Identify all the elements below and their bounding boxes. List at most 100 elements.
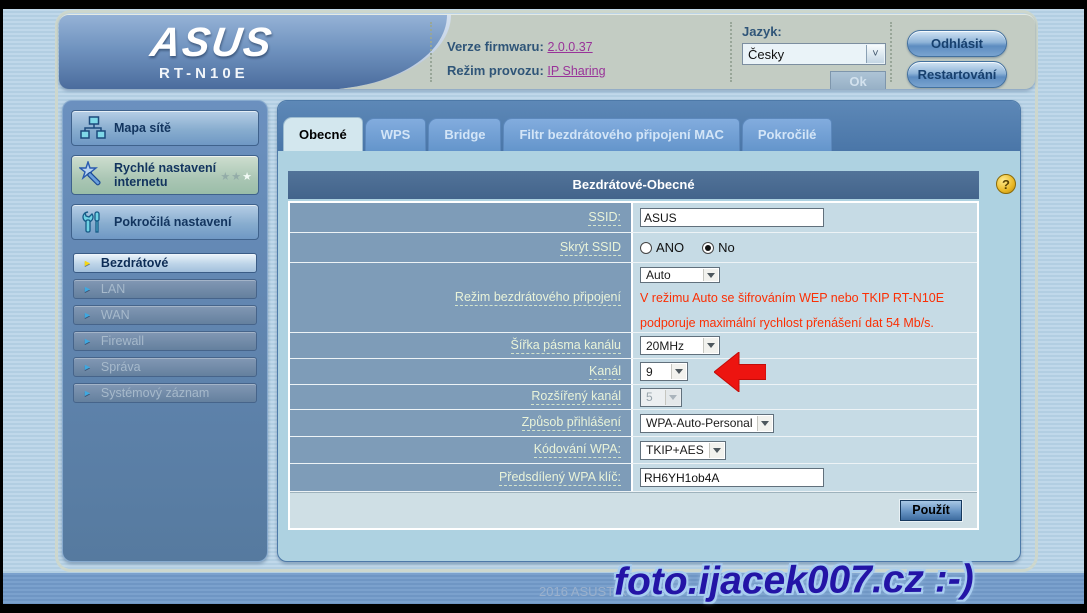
header-divider <box>430 22 432 82</box>
form-row-auth-method: Způsob přihlášení WPA-Auto-Personal <box>290 410 977 437</box>
sidebar-item-lan[interactable]: ► LAN <box>73 279 257 299</box>
channel-bandwidth-select[interactable]: 20MHz <box>640 336 720 355</box>
language-section: Jazyk: Česky ˅ Ok <box>742 24 886 89</box>
wpa-encryption-select[interactable]: TKIP+AES <box>640 440 726 460</box>
auth-method-select[interactable]: WPA-Auto-Personal <box>640 413 774 433</box>
asus-logo-area: ASUS RT-N10E <box>59 15 451 89</box>
apply-button[interactable]: Použít <box>900 500 962 521</box>
help-icon[interactable]: ? <box>996 174 1016 194</box>
ssid-label: SSID: <box>588 209 621 226</box>
language-select[interactable]: Česky ˅ <box>742 43 886 65</box>
network-map-icon <box>72 116 114 140</box>
extension-channel-select: 5 <box>640 387 682 407</box>
page-background: ASUS RT-N10E Verze firmwaru: 2.0.0.37 Re… <box>3 9 1084 604</box>
photo-watermark: foto.ijacek007.cz :-) <box>613 557 974 604</box>
form-row-wireless-mode: Režim bezdrátového připojení Auto V reži… <box>290 263 977 333</box>
chevron-down-icon <box>709 442 724 458</box>
header-divider <box>890 22 892 82</box>
magic-wand-icon <box>72 161 114 189</box>
operation-mode-link[interactable]: IP Sharing <box>547 64 605 78</box>
select-value: Auto <box>646 268 671 282</box>
arrow-right-icon: ► <box>83 388 92 398</box>
sidebar-item-network-map[interactable]: Mapa sítě <box>71 110 259 146</box>
channel-select[interactable]: 9 <box>640 362 688 381</box>
channel-bandwidth-label: Šířka pásma kanálu <box>510 337 621 354</box>
language-ok-button[interactable]: Ok <box>830 71 886 89</box>
tab-mac-filter[interactable]: Filtr bezdrátového připojení MAC <box>503 118 740 151</box>
form-row-wpa-encryption: Kódování WPA: TKIP+AES <box>290 437 977 464</box>
tab-advanced[interactable]: Pokročilé <box>741 118 833 151</box>
asus-logo: ASUS <box>147 19 277 65</box>
sidebar-item-label: Správa <box>100 360 141 374</box>
sidebar-item-label: Mapa sítě <box>114 121 171 135</box>
wpa-key-label: Předsdílený WPA klíč: <box>498 469 621 486</box>
header-divider <box>730 22 732 82</box>
firmware-version-link[interactable]: 2.0.0.37 <box>547 40 592 54</box>
hide-ssid-option-yes[interactable]: ANO <box>640 240 684 255</box>
select-value: TKIP+AES <box>646 443 704 457</box>
sidebar-item-administration[interactable]: ► Správa <box>73 357 257 377</box>
operation-mode-label: Režim provozu: <box>447 63 544 78</box>
tabs: Obecné WPS Bridge Filtr bezdrátového při… <box>283 117 833 151</box>
sidebar-item-label: WAN <box>100 308 130 322</box>
form-row-extension-channel: Rozšířený kanál 5 <box>290 385 977 410</box>
ssid-input[interactable] <box>640 208 824 227</box>
hide-ssid-label: Skrýt SSID <box>559 239 621 256</box>
sidebar-item-advanced-settings[interactable]: Pokročilá nastavení <box>71 204 259 240</box>
chevron-down-icon <box>665 389 680 405</box>
chevron-down-icon[interactable]: ˅ <box>866 45 884 63</box>
hide-ssid-radio-group: ANO No <box>640 240 735 255</box>
form-row-channel-bandwidth: Šířka pásma kanálu 20MHz <box>290 333 977 359</box>
wireless-mode-label: Režim bezdrátového připojení <box>454 289 621 306</box>
header: ASUS RT-N10E Verze firmwaru: 2.0.0.37 Re… <box>59 14 1035 89</box>
language-select-value: Česky <box>748 46 785 62</box>
sidebar-item-label: Pokročilá nastavení <box>114 215 232 229</box>
arrow-right-icon: ► <box>83 258 92 268</box>
arrow-right-icon: ► <box>83 336 92 346</box>
sidebar-item-wireless[interactable]: ► Bezdrátové <box>73 253 257 273</box>
sidebar-item-label: Firewall <box>100 334 144 348</box>
tools-icon <box>72 209 114 235</box>
select-value: 5 <box>646 390 653 404</box>
wireless-general-form: SSID: Skrýt SSID ANO <box>288 201 979 530</box>
firmware-version-label: Verze firmwaru: <box>447 39 544 54</box>
sidebar-item-label: Systémový záznam <box>100 386 210 400</box>
form-row-hide-ssid: Skrýt SSID ANO No <box>290 233 977 263</box>
extension-channel-label: Rozšířený kanál <box>531 389 621 405</box>
radio-unchecked-icon[interactable] <box>640 241 652 254</box>
tab-content: Bezdrátové-Obecné ? SSID: Skrýt SSID <box>278 151 1020 561</box>
arrow-right-icon: ► <box>83 310 92 320</box>
router-model: RT-N10E <box>159 65 249 82</box>
form-row-wpa-key: Předsdílený WPA klíč: <box>290 464 977 492</box>
setup-progress-stars: ★★★ <box>220 171 253 183</box>
radio-checked-icon[interactable] <box>702 241 715 254</box>
sidebar-item-firewall[interactable]: ► Firewall <box>73 331 257 351</box>
sidebar-item-wan[interactable]: ► WAN <box>73 305 257 325</box>
chevron-down-icon <box>757 415 772 431</box>
tab-wps[interactable]: WPS <box>364 118 427 151</box>
hide-ssid-option-no[interactable]: No <box>702 240 735 255</box>
wireless-mode-select[interactable]: Auto <box>640 267 720 283</box>
chevron-down-icon <box>703 269 718 281</box>
sidebar-item-system-log[interactable]: ► Systémový záznam <box>73 383 257 403</box>
sidebar-item-quick-internet-setup[interactable]: Rychlé nastavení internetu ★★★ <box>71 155 259 195</box>
tab-bridge[interactable]: Bridge <box>428 118 502 151</box>
radio-label: No <box>718 240 735 255</box>
sidebar-item-label: LAN <box>100 282 126 296</box>
select-value: WPA-Auto-Personal <box>646 416 753 430</box>
language-label: Jazyk: <box>742 24 782 39</box>
page-title: Bezdrátové-Obecné <box>288 171 979 199</box>
tab-band: Obecné WPS Bridge Filtr bezdrátového při… <box>278 101 1020 151</box>
sidebar: Mapa sítě Rychlé nastavení internetu ★★★ <box>62 100 268 562</box>
channel-label: Kanál <box>589 363 621 380</box>
select-value: 20MHz <box>646 338 685 353</box>
sidebar-item-label: Bezdrátové <box>100 256 169 270</box>
chevron-down-icon <box>671 364 686 379</box>
restart-button[interactable]: Restartování <box>907 61 1007 88</box>
wpa-key-input[interactable] <box>640 468 824 487</box>
sidebar-item-label: Rychlé nastavení internetu <box>114 161 217 189</box>
radio-label: ANO <box>656 240 685 255</box>
select-value: 9 <box>646 364 653 379</box>
logout-button[interactable]: Odhlásit <box>907 30 1007 57</box>
tab-general[interactable]: Obecné <box>283 117 363 151</box>
